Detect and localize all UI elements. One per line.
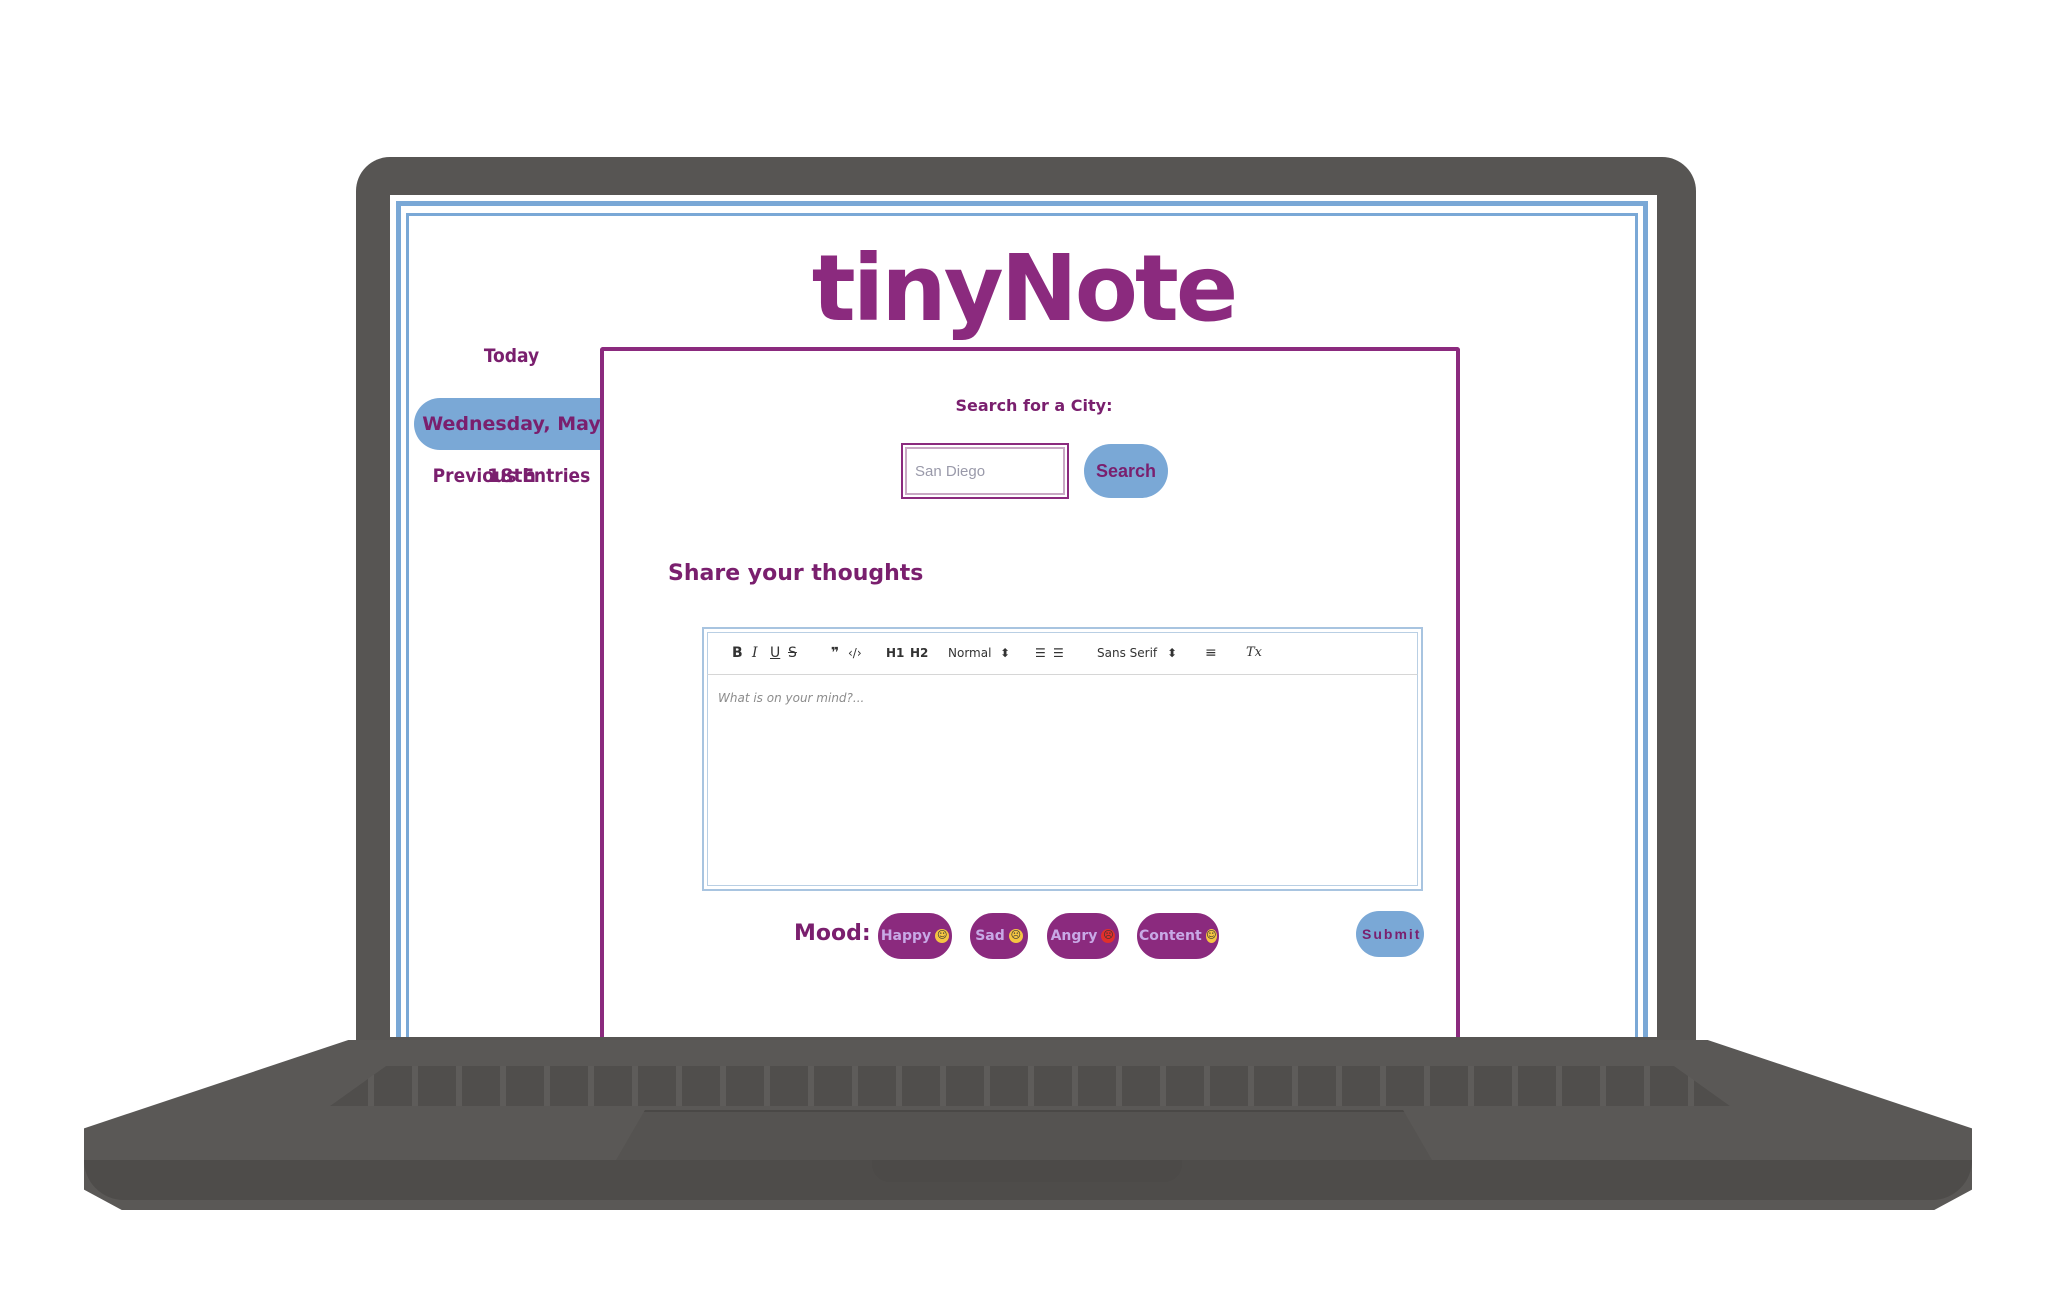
- share-thoughts-title: Share your thoughts: [668, 561, 924, 586]
- mood-angry-label: Angry: [1050, 928, 1098, 944]
- happy-face-icon: ☺: [935, 929, 950, 943]
- laptop-keyboard: [330, 1066, 1730, 1106]
- font-select-chevron-icon: ⬍: [1167, 646, 1178, 660]
- laptop-hinge-notch: [872, 1160, 1182, 1182]
- angry-face-icon: ☹: [1101, 929, 1116, 943]
- editor-placeholder: What is on your mind?...: [718, 691, 865, 705]
- search-label: Search for a City:: [955, 396, 1113, 415]
- ordered-list-icon[interactable]: ☰: [1035, 646, 1046, 660]
- submit-button[interactable]: Submit: [1356, 911, 1424, 957]
- editor-text-area[interactable]: What is on your mind?...: [707, 675, 1418, 886]
- nav-item-previous-entries[interactable]: Previous Entries: [414, 465, 609, 487]
- align-icon[interactable]: ≡: [1205, 645, 1217, 661]
- editor-toolbar: B I U S ❞ ‹/› H1 H2 Normal ⬍ ☰ ☰ Sans Se…: [707, 632, 1418, 675]
- heading-1-button[interactable]: H1: [886, 646, 904, 660]
- underline-button[interactable]: U: [770, 645, 780, 661]
- bullet-list-icon[interactable]: ☰: [1053, 646, 1064, 660]
- rich-text-editor: B I U S ❞ ‹/› H1 H2 Normal ⬍ ☰ ☰ Sans Se…: [702, 627, 1423, 891]
- sad-face-icon: ☹: [1008, 929, 1023, 943]
- heading-2-button[interactable]: H2: [910, 646, 928, 660]
- font-select[interactable]: Sans Serif: [1097, 646, 1157, 660]
- nav-item-today[interactable]: Today: [414, 345, 609, 367]
- laptop-screen: tinyNote Today Wednesday, May 18th Previ…: [390, 195, 1657, 1037]
- clear-format-icon[interactable]: Tx: [1246, 645, 1262, 660]
- strikethrough-button[interactable]: S: [788, 645, 797, 661]
- mood-happy-button[interactable]: Happy ☺: [878, 913, 952, 959]
- blockquote-icon[interactable]: ❞: [831, 645, 839, 661]
- code-icon[interactable]: ‹/›: [848, 646, 862, 660]
- mood-angry-button[interactable]: Angry ☹: [1047, 913, 1119, 959]
- size-select[interactable]: Normal: [948, 646, 991, 660]
- search-button[interactable]: Search: [1084, 444, 1168, 498]
- size-select-chevron-icon: ⬍: [1000, 646, 1011, 660]
- app-logo: tinyNote: [811, 235, 1239, 342]
- mood-label: Mood:: [794, 921, 871, 946]
- mood-content-button[interactable]: Content ☺: [1137, 913, 1219, 959]
- bold-button[interactable]: B: [732, 645, 743, 661]
- mood-sad-label: Sad: [975, 928, 1005, 944]
- content-face-icon: ☺: [1205, 929, 1217, 943]
- mood-happy-label: Happy: [880, 928, 932, 944]
- main-panel: Search for a City: Search Share your tho…: [600, 347, 1460, 1037]
- laptop-trackpad: [612, 1110, 1436, 1167]
- italic-button[interactable]: I: [752, 645, 758, 661]
- city-search-input[interactable]: [901, 443, 1069, 499]
- mood-sad-button[interactable]: Sad ☹: [970, 913, 1028, 959]
- nav-item-current-date[interactable]: Wednesday, May 18th: [414, 398, 609, 487]
- mood-content-label: Content: [1139, 928, 1202, 944]
